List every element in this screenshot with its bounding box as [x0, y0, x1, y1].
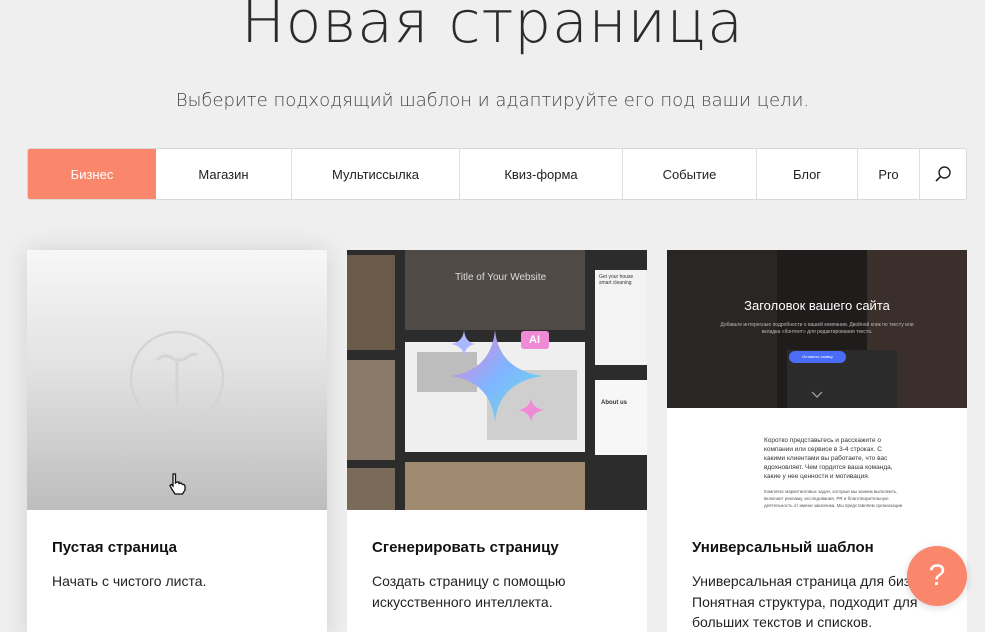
mock-side-heading: Get your house smart cleaning: [599, 274, 634, 286]
card-description: Начать с чистого листа.: [52, 573, 207, 589]
tab-event[interactable]: Событие: [623, 149, 757, 199]
ai-collage-illustration: [347, 250, 647, 510]
template-card-ai-generate[interactable]: Title of Your Website AI Get your house …: [347, 250, 647, 632]
mock-body-text: Коротко представьтесь и расскажите о ком…: [764, 437, 893, 480]
template-thumbnail: Заголовок вашего сайта Добавьте интересн…: [667, 250, 967, 510]
category-tabs: Бизнес Магазин Мультиссылка Квиз-форма С…: [27, 148, 967, 200]
tilda-logo-icon: [129, 330, 225, 426]
ai-badge: AI: [529, 334, 540, 346]
page-subtitle: Выберите подходящий шаблон и адаптируйте…: [175, 90, 810, 111]
card-title: Сгенерировать страницу: [372, 539, 559, 556]
hand-cursor-icon: [169, 473, 186, 495]
tab-blog[interactable]: Блог: [757, 149, 858, 199]
mock-about-heading: About us: [601, 400, 627, 406]
mock-site-title: Title of Your Website: [455, 272, 547, 283]
mock-cta-button: Оставить заявку: [802, 354, 833, 359]
template-card-blank[interactable]: Пустая страница Начать с чистого листа.: [27, 250, 327, 632]
help-button[interactable]: ?: [907, 546, 967, 606]
tab-pro[interactable]: Pro: [858, 149, 920, 199]
mock-site-subheading: Добавьте интересные подробности о вашей …: [720, 322, 914, 335]
card-title: Пустая страница: [52, 539, 177, 556]
template-thumbnail: Title of Your Website AI Get your house …: [347, 250, 647, 510]
card-description: Создать страницу с помощью искусственног…: [372, 573, 566, 610]
mock-site-heading: Заголовок вашего сайта: [744, 298, 890, 313]
search-button[interactable]: [920, 149, 966, 199]
tab-quiz-form[interactable]: Квиз-форма: [460, 149, 623, 199]
page-title: Новая страница: [241, 0, 744, 56]
mock-body-text-secondary: Комплекс маркетинговых задач, которые мы…: [764, 489, 903, 508]
tab-multilink[interactable]: Мультиссылка: [292, 149, 460, 199]
tab-business[interactable]: Бизнес: [28, 149, 156, 199]
tab-shop[interactable]: Магазин: [156, 149, 292, 199]
card-title: Универсальный шаблон: [692, 539, 874, 556]
template-thumbnail: [27, 250, 327, 510]
search-icon: [935, 166, 951, 182]
